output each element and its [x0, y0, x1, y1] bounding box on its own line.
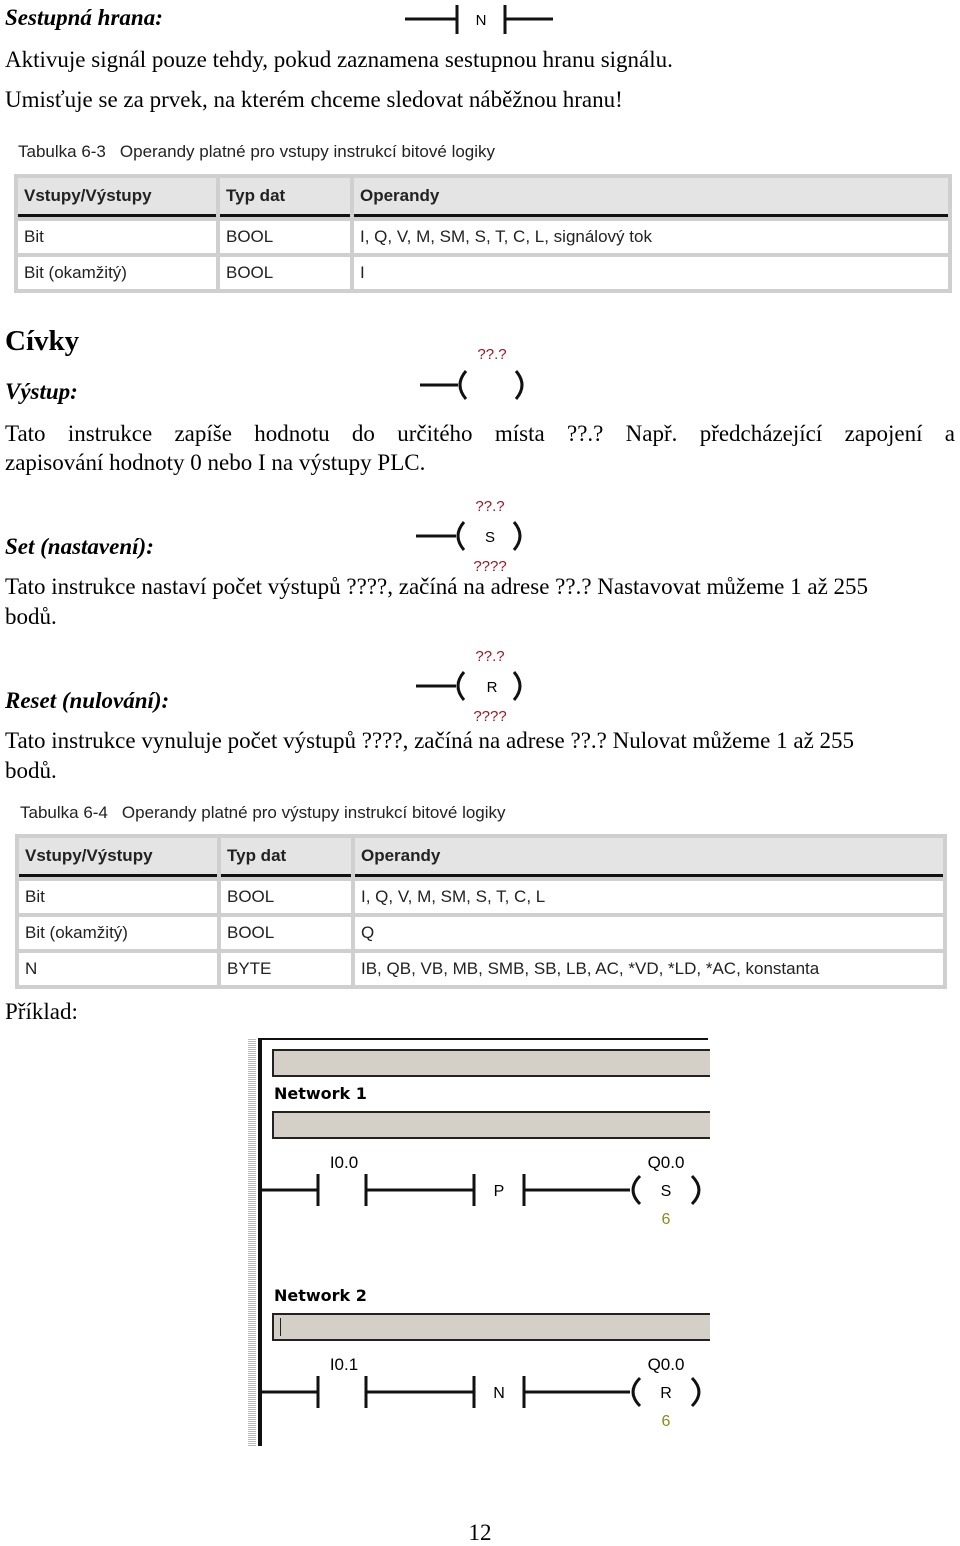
table-cell: Bit (okamžitý) [19, 917, 217, 949]
coil-count: 6 [662, 1413, 671, 1430]
coil-left-bracket [631, 1376, 642, 1408]
negative-edge-contact-icon: N [405, 5, 553, 34]
table-cell: IB, QB, VB, MB, SMB, SB, LB, AC, *VD, *L… [355, 953, 943, 985]
table-cell: Bit [19, 881, 217, 913]
network-2-title: Network 2 [274, 1286, 367, 1305]
coils-heading: Cívky [5, 325, 80, 357]
network-1-title: Network 1 [274, 1084, 367, 1103]
reset-paragraph-line1: Tato instrukce vynuluje počet výstupů ??… [5, 728, 855, 753]
operands-inputs-table: Vstupy/Výstupy Typ dat Operandy Bit BOOL… [14, 174, 952, 293]
falling-edge-line2: Umisťuje se za prvek, na kterém chceme s… [5, 87, 623, 112]
table-header-cell: Typ dat [220, 178, 350, 217]
table-cell: I, Q, V, M, SM, S, T, C, L, signálový to… [354, 221, 948, 253]
table1-caption: Tabulka 6-3 Operandy platné pro vstupy in… [18, 142, 495, 162]
negative-edge-label: N [493, 1385, 505, 1402]
table-cell: BOOL [221, 917, 351, 949]
table-cell: BYTE [221, 953, 351, 985]
coil-letter: S [661, 1183, 672, 1200]
table-row: N BYTE IB, QB, VB, MB, SMB, SB, LB, AC, … [19, 953, 943, 985]
table-header-cell: Operandy [355, 838, 943, 877]
contact-address: I0.0 [330, 1153, 358, 1172]
table-header-row: Vstupy/Výstupy Typ dat Operandy [19, 838, 943, 877]
coil-letter: S [485, 529, 495, 546]
table-row: Bit (okamžitý) BOOL Q [19, 917, 943, 949]
positive-edge-label: P [494, 1183, 505, 1200]
table2-caption: Tabulka 6-4 Operandy platné pro výstupy i… [20, 803, 506, 823]
text-cursor [280, 1318, 281, 1336]
coil-address-placeholder: ??.? [475, 498, 504, 515]
table2-caption-number: Tabulka 6-4 [20, 803, 108, 822]
table-row: Bit (okamžitý) BOOL I [18, 257, 948, 289]
output-paragraph-line1: Tato instrukce zapíše hodnotu do určitéh… [5, 421, 955, 446]
table-cell: I, Q, V, M, SM, S, T, C, L [355, 881, 943, 913]
network-2-comment-bar[interactable] [272, 1313, 710, 1341]
output-paragraph-line2: zapisování hodnoty 0 nebo I na výstupy P… [5, 450, 426, 475]
program-comment-bar[interactable] [272, 1049, 710, 1077]
coil-right-bracket [690, 1174, 701, 1206]
coil-count-placeholder: ???? [473, 708, 506, 725]
editor-top-border [258, 1038, 708, 1040]
table-header-cell: Vstupy/Výstupy [19, 838, 217, 877]
table-cell: Bit (okamžitý) [18, 257, 216, 289]
network-2-rung: I0.1 N Q0.0 R 6 [258, 1355, 701, 1430]
set-title: Set (nastavení): [5, 534, 154, 559]
table-row: Bit BOOL I, Q, V, M, SM, S, T, C, L, sig… [18, 221, 948, 253]
edge-label: N [476, 12, 487, 29]
coil-count: 6 [662, 1211, 671, 1228]
ladder-diagram-example: Network 1 I0.0 P Q0.0 S 6 Network 2 I0.1… [248, 1038, 710, 1446]
table1-caption-text: Operandy platné pro vstupy instrukcí bit… [119, 142, 496, 161]
table-row: Bit BOOL I, Q, V, M, SM, S, T, C, L [19, 881, 943, 913]
table-cell: BOOL [221, 881, 351, 913]
coil-address: Q0.0 [648, 1355, 685, 1374]
coil-right-bracket [690, 1376, 701, 1408]
editor-margin [248, 1038, 256, 1446]
table-header-cell: Vstupy/Výstupy [18, 178, 216, 217]
coil-address: Q0.0 [648, 1153, 685, 1172]
falling-edge-line1: Aktivuje signál pouze tehdy, pokud zazna… [5, 47, 673, 72]
table-cell: BOOL [220, 221, 350, 253]
table1-caption-number: Tabulka 6-3 [18, 142, 106, 161]
coil-address-placeholder: ??.? [475, 648, 504, 665]
output-coil-icon: ??.? [420, 346, 524, 400]
table-header-cell: Operandy [354, 178, 948, 217]
reset-paragraph-line2: bodů. [5, 758, 57, 783]
table-header-row: Vstupy/Výstupy Typ dat Operandy [18, 178, 948, 217]
set-paragraph-line1: Tato instrukce nastaví počet výstupů ???… [5, 574, 869, 599]
coil-letter: R [487, 679, 498, 696]
network-1-comment-bar[interactable] [272, 1111, 710, 1139]
table-header-cell: Typ dat [221, 838, 351, 877]
operands-outputs-table: Vstupy/Výstupy Typ dat Operandy Bit BOOL… [15, 834, 947, 989]
set-paragraph-line2: bodů. [5, 604, 57, 629]
network-1-rung: I0.0 P Q0.0 S 6 [258, 1153, 701, 1228]
reset-coil-icon: ??.? R ???? [416, 648, 522, 725]
contact-address: I0.1 [330, 1355, 358, 1374]
coil-address-placeholder: ??.? [477, 346, 506, 363]
table-cell: BOOL [220, 257, 350, 289]
coil-left-bracket [631, 1174, 642, 1206]
set-coil-icon: ??.? S ???? [416, 498, 522, 575]
reset-title: Reset (nulování): [5, 688, 170, 713]
table-cell: Bit [18, 221, 216, 253]
page-number: 12 [468, 1520, 492, 1545]
falling-edge-title: Sestupná hrana: [5, 5, 163, 30]
table-cell: Q [355, 917, 943, 949]
table2-caption-text: Operandy platné pro výstupy instrukcí bi… [121, 803, 506, 822]
coil-letter: R [660, 1385, 672, 1402]
table-cell: I [354, 257, 948, 289]
table-cell: N [19, 953, 217, 985]
example-label: Příklad: [5, 999, 78, 1024]
output-title: Výstup: [5, 379, 78, 404]
